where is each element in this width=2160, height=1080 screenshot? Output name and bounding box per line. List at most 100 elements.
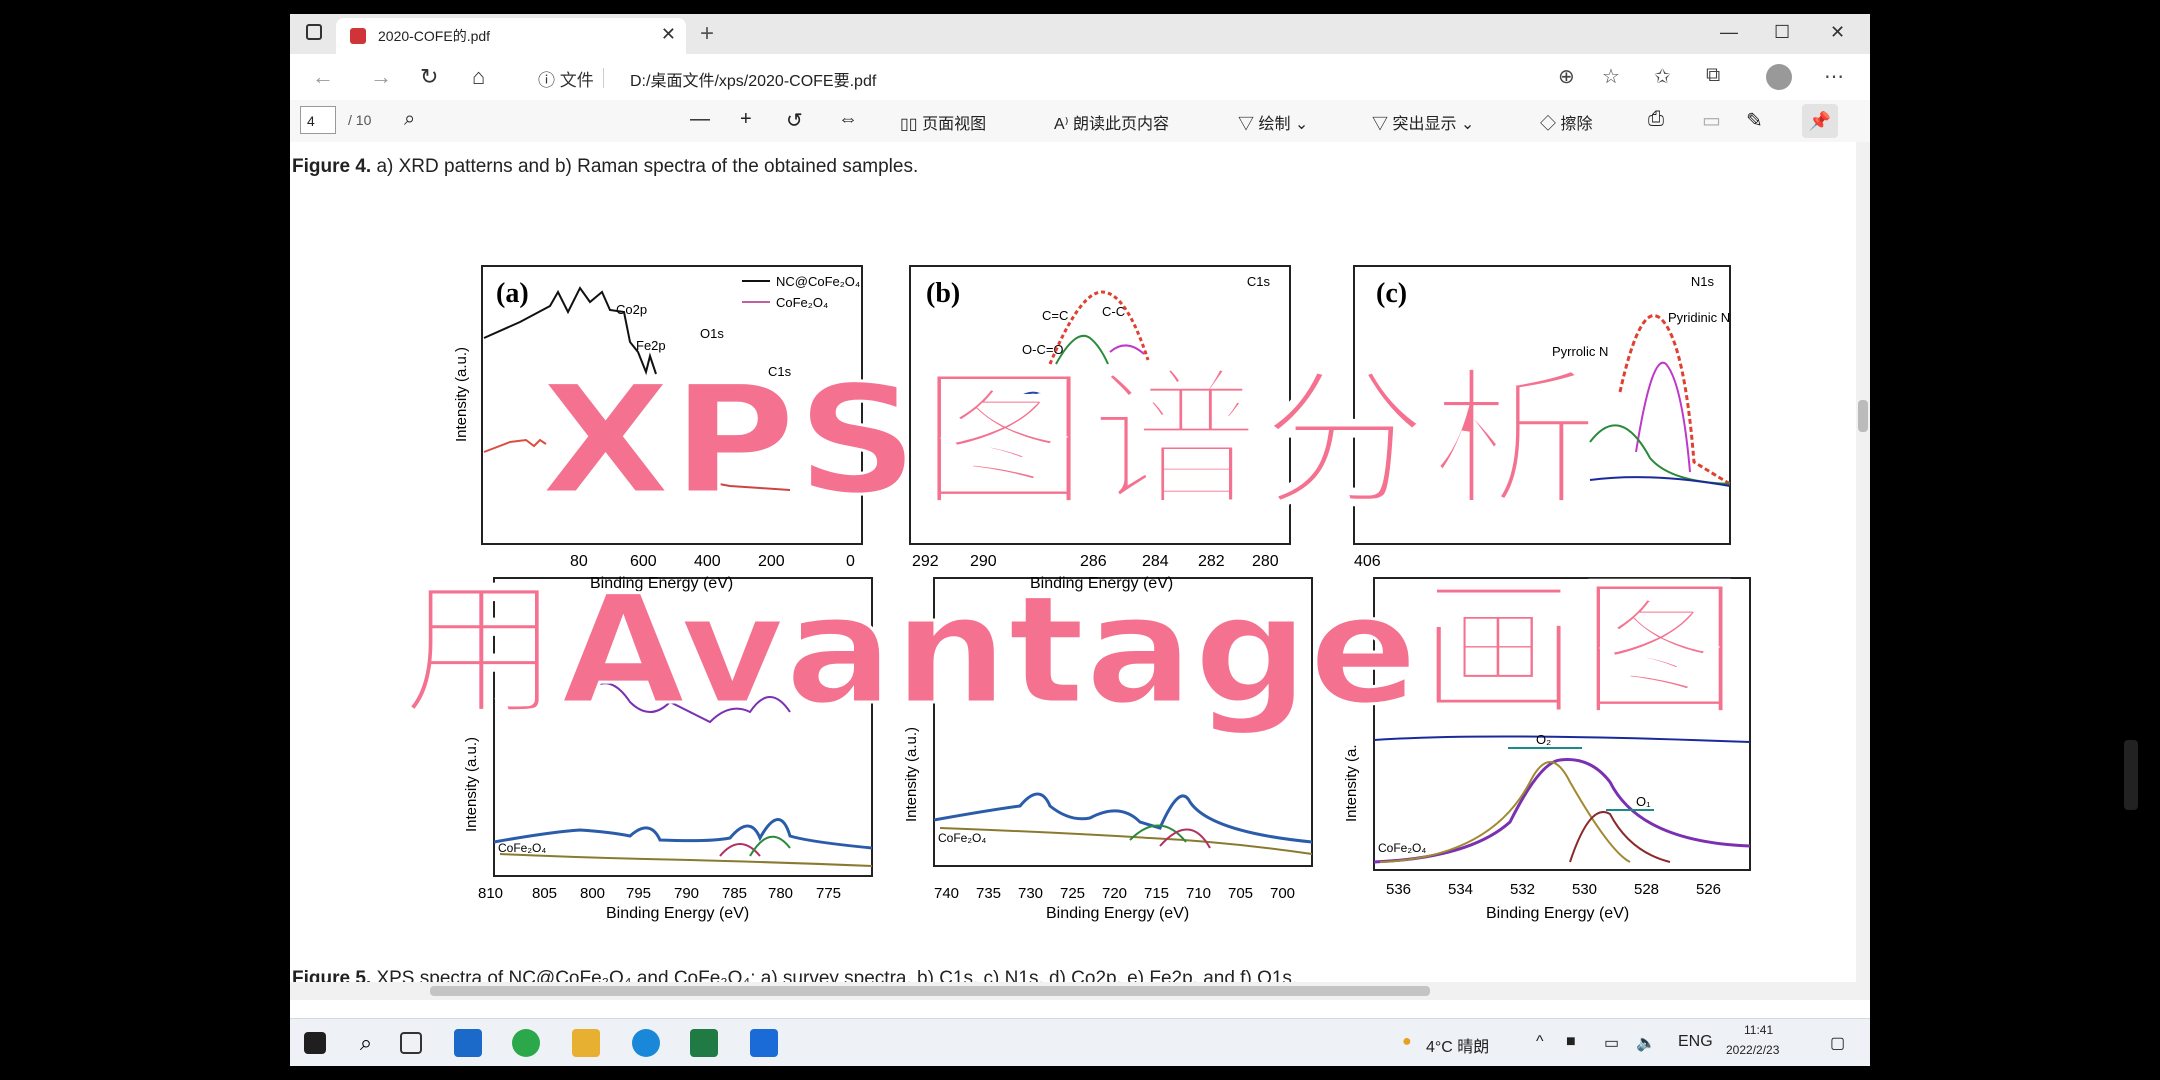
erase-button[interactable]: ◇ 擦除 — [1540, 110, 1592, 134]
panel-f-xlabel: Binding Energy (eV) — [1486, 905, 1629, 922]
panel-f-sample: CoFe₂O₄ — [1378, 841, 1426, 855]
draw-button[interactable]: ▽ 绘制 ⌄ — [1238, 110, 1308, 134]
tray-app-icon[interactable]: ■ — [1566, 1033, 1576, 1051]
favorites-icon[interactable]: ✩ — [1654, 64, 1671, 89]
pdf-toolbar: 4 / 10 ⌕ — + ↺ ⇔ ▯▯ 页面视图 A⁾ 朗读此页内容 ▽ 绘制 … — [290, 100, 1870, 143]
save-as-icon[interactable]: ✎ — [1746, 108, 1763, 133]
profile-avatar[interactable] — [1766, 64, 1792, 90]
fit-page-icon[interactable]: ⇔ — [838, 108, 858, 131]
panel-d-xlabel: Binding Energy (eV) — [606, 905, 749, 922]
panel-e-xtick-6: 715 — [1144, 885, 1169, 902]
c1s-co-line — [1109, 344, 1145, 355]
zoom-in-button[interactable]: + — [740, 108, 752, 131]
weather-text[interactable]: 4°C 晴朗 — [1426, 1033, 1489, 1057]
page-number-input[interactable]: 4 — [300, 106, 336, 134]
side-handle[interactable] — [2124, 740, 2138, 810]
panel-c-tag: N1s — [1691, 274, 1715, 289]
wechat-icon[interactable] — [512, 1029, 540, 1057]
tray-chevron-icon[interactable]: ^ — [1536, 1033, 1544, 1051]
overlay-line-2: 用Avantage画图 — [400, 564, 1740, 738]
peak-c-eq-c: C=C — [1042, 308, 1068, 323]
fe2p-cofe-line — [933, 792, 1313, 844]
co2p-peak-2 — [749, 835, 791, 857]
zoom-out-button[interactable]: — — [690, 108, 710, 131]
notification-icon[interactable]: ▢ — [1830, 1033, 1845, 1053]
horizontal-scroll-thumb[interactable] — [430, 986, 1430, 996]
panel-f-xtick-6: 526 — [1696, 881, 1721, 898]
home-icon[interactable]: ⌂ — [472, 64, 485, 90]
volume-icon[interactable]: 🔈 — [1636, 1033, 1656, 1053]
panel-e-xtick-7: 710 — [1186, 885, 1211, 902]
mail-icon[interactable] — [454, 1029, 482, 1057]
minimize-button[interactable]: — — [1720, 22, 1738, 43]
rotate-icon[interactable]: ↺ — [786, 108, 803, 133]
panel-b-label: (b) — [926, 278, 960, 309]
tab-pdf[interactable]: 2020-COFE的.pdf ✕ — [336, 18, 686, 54]
maximize-button[interactable]: ☐ — [1774, 22, 1790, 43]
browser-window: 2020-COFE的.pdf ✕ + — ☐ ✕ ← → ↻ ⌂ ⓘ 文件 D:… — [290, 14, 1870, 1066]
forward-icon[interactable]: → — [370, 64, 392, 90]
peak-o1: O₁ — [1636, 794, 1651, 809]
co2p-cofe-line — [493, 818, 873, 850]
task-view-icon[interactable] — [400, 1032, 422, 1054]
read-aloud-button[interactable]: A⁾ 朗读此页内容 — [1054, 110, 1169, 134]
address-url[interactable]: D:/桌面文件/xps/2020-COFE要.pdf — [630, 67, 876, 91]
vertical-scroll-thumb[interactable] — [1858, 400, 1868, 432]
new-tab-button[interactable]: + — [700, 20, 714, 48]
co2p-baseline — [499, 853, 873, 867]
app-icon[interactable] — [750, 1029, 778, 1057]
horizontal-scrollbar[interactable] — [290, 982, 1856, 1000]
refresh-icon[interactable]: ↻ — [420, 64, 438, 90]
panel-d-xtick-7: 780 — [768, 885, 793, 902]
figure-5: (a) NC@CoFe₂O₄ CoFe₂O₄ Co2p Fe2p O1s C1s… — [399, 265, 1751, 922]
edge-icon[interactable] — [632, 1029, 660, 1057]
n1s-pyrrolic-line — [1589, 424, 1731, 485]
save-icon[interactable]: ▭ — [1702, 108, 1721, 133]
page-view-button[interactable]: ▯▯ 页面视图 — [900, 110, 986, 134]
address-label: 文件 — [559, 71, 594, 90]
file-explorer-icon[interactable] — [572, 1029, 600, 1057]
clock-date[interactable]: 2022/2/23 — [1726, 1043, 1779, 1057]
sidebar-tabs-icon[interactable] — [306, 24, 322, 40]
panel-c-label: (c) — [1376, 278, 1407, 309]
fe2p-baseline — [939, 827, 1313, 855]
panel-e-xtick-5: 720 — [1102, 885, 1127, 902]
panel-e-xtick-1: 740 — [934, 885, 959, 902]
tab-title: 2020-COFE的.pdf — [378, 28, 491, 44]
panel-d-sample: CoFe₂O₄ — [498, 841, 546, 855]
highlight-button[interactable]: ▽ 突出显示 ⌄ — [1372, 110, 1474, 134]
favorite-add-icon[interactable]: ☆ — [1602, 64, 1620, 89]
print-icon[interactable]: ⎙ — [1648, 108, 1664, 131]
panel-d-xtick-3: 800 — [580, 885, 605, 902]
panel-d-xtick-8: 775 — [816, 885, 841, 902]
panel-d-xtick-2: 805 — [532, 885, 557, 902]
address-bar: ← → ↻ ⌂ ⓘ 文件 D:/桌面文件/xps/2020-COFE要.pdf … — [290, 54, 1870, 101]
panel-f-ylabel: Intensity (a. — [1343, 744, 1360, 822]
panel-d-xtick-5: 790 — [674, 885, 699, 902]
network-icon[interactable]: ▭ — [1604, 1033, 1619, 1053]
panel-a-ylabel: Intensity (a.u.) — [453, 347, 470, 442]
close-tab-icon[interactable]: ✕ — [661, 24, 676, 45]
panel-e-xtick-3: 730 — [1018, 885, 1043, 902]
search-icon[interactable]: ⌕ — [404, 108, 415, 131]
fe2p-peak-2 — [1159, 828, 1211, 849]
collections-icon[interactable]: ⧉ — [1706, 64, 1720, 87]
close-window-button[interactable]: ✕ — [1830, 22, 1845, 43]
panel-a-label: (a) — [496, 278, 529, 309]
search-taskbar-icon[interactable]: ⌕ — [352, 1029, 380, 1057]
panel-f-xtick-5: 528 — [1634, 881, 1659, 898]
pin-toolbar-icon[interactable]: 📌 — [1802, 104, 1838, 138]
peak-c-c: C-C — [1102, 304, 1125, 319]
panel-d-xtick-4: 795 — [626, 885, 651, 902]
back-icon[interactable]: ← — [312, 64, 334, 90]
zoom-icon[interactable]: ⊕ — [1558, 64, 1575, 89]
start-icon[interactable] — [304, 1032, 326, 1054]
site-info[interactable]: ⓘ 文件 — [538, 66, 594, 91]
excel-icon[interactable] — [690, 1029, 718, 1057]
panel-e-xtick-4: 725 — [1060, 885, 1085, 902]
panel-d-ylabel: Intensity (a.u.) — [463, 737, 480, 832]
vertical-scrollbar[interactable] — [1856, 142, 1870, 1000]
clock-time[interactable]: 11:41 — [1744, 1023, 1773, 1037]
more-menu-icon[interactable]: ⋯ — [1824, 64, 1844, 89]
language-indicator[interactable]: ENG — [1678, 1033, 1713, 1051]
